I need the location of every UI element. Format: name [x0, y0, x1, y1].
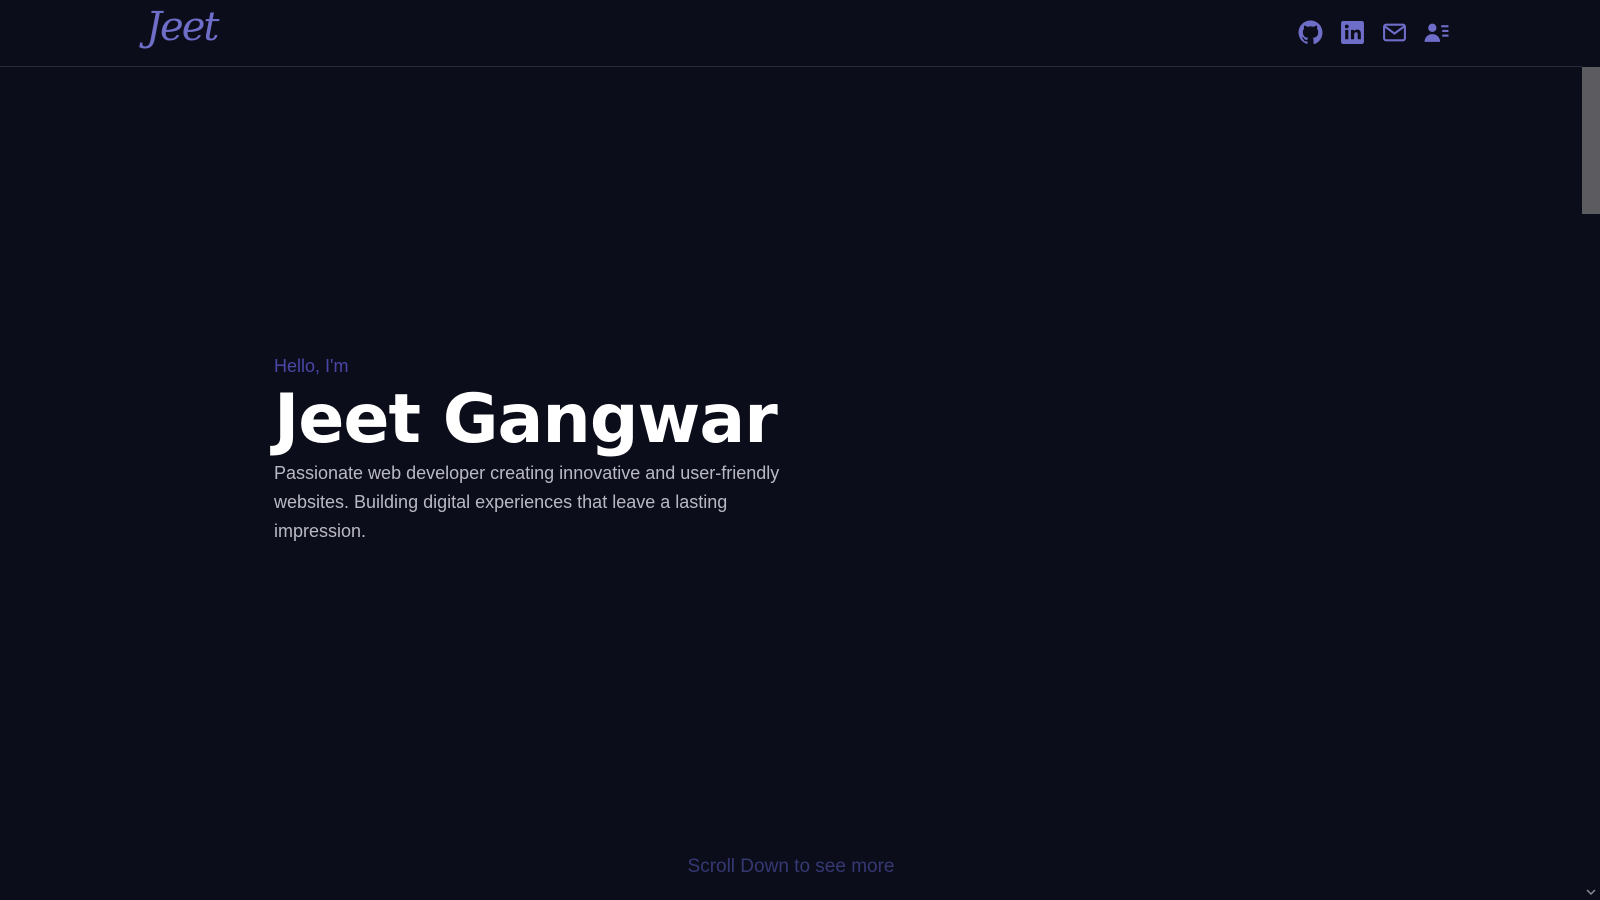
- scroll-hint: Scroll Down to see more: [687, 856, 895, 877]
- hero-section: Hello, I'm Jeet Gangwar Passionate web d…: [274, 356, 834, 546]
- social-links: [1298, 20, 1449, 45]
- greeting-text: Hello, I'm: [274, 356, 349, 376]
- scrollbar-thumb[interactable]: [1582, 67, 1600, 214]
- hero-name: Jeet Gangwar: [274, 380, 778, 459]
- github-icon[interactable]: [1298, 20, 1323, 45]
- logo[interactable]: Jeet: [146, 4, 219, 50]
- page: Jeet Hello, I'm Jeet Gangwar Passionate …: [0, 0, 1600, 900]
- hero-tagline: Passionate web developer creating innova…: [274, 463, 780, 541]
- linkedin-icon[interactable]: [1340, 20, 1365, 45]
- resume-icon[interactable]: [1424, 20, 1449, 45]
- scrollbar[interactable]: [1582, 67, 1600, 900]
- mail-icon[interactable]: [1382, 20, 1407, 45]
- navbar: Jeet: [0, 0, 1582, 67]
- scroll-down-arrow-icon[interactable]: [1585, 886, 1597, 898]
